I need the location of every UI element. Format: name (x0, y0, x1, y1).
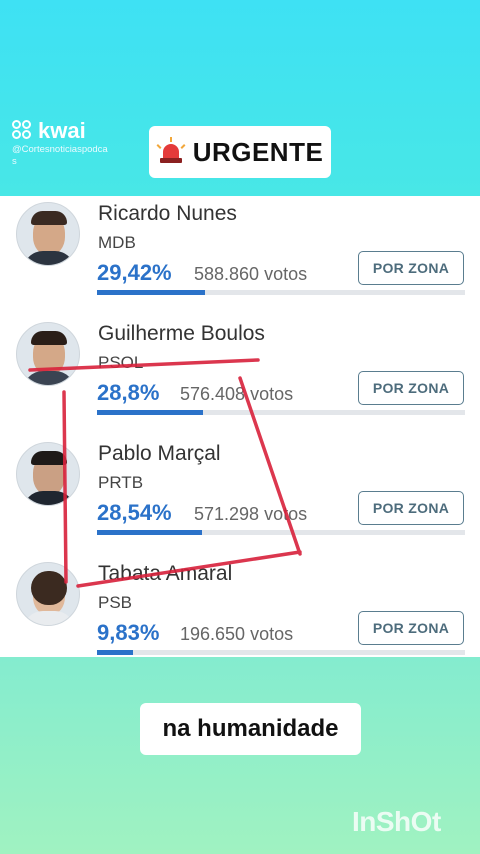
siren-icon (156, 137, 186, 166)
candidate-votes: 576.408 votos (180, 384, 294, 404)
candidate-percent: 29,42% (97, 260, 172, 285)
caption-subtitle: na humanidade (140, 703, 361, 755)
vote-bar-track (97, 290, 465, 295)
por-zona-button[interactable]: POR ZONA (358, 611, 464, 645)
kwai-brand-text: kwai (38, 118, 86, 143)
candidate-row: Tabata Amaral PSB 9,83% 196.650 votos PO… (0, 556, 480, 676)
candidate-votes: 571.298 votos (194, 504, 308, 524)
candidate-percent: 28,8% (97, 380, 160, 405)
candidate-name: Ricardo Nunes (98, 202, 237, 225)
candidate-row: Pablo Marçal PRTB 28,54% 571.298 votos P… (0, 436, 480, 556)
candidate-row: Ricardo Nunes MDB 29,42% 588.860 votos P… (0, 196, 480, 316)
candidate-percent: 9,83% (97, 620, 160, 645)
candidate-party: MDB (98, 233, 136, 252)
urgent-badge: URGENTE (149, 126, 331, 178)
kwai-logo: kwai (12, 118, 86, 144)
vote-bar-track (97, 410, 465, 415)
candidate-row: Guilherme Boulos PSOL 28,8% 576.408 voto… (0, 316, 480, 436)
candidate-votes: 588.860 votos (194, 264, 308, 284)
candidate-party: PRTB (98, 473, 144, 492)
por-zona-button[interactable]: POR ZONA (358, 491, 464, 525)
candidate-avatar (16, 322, 80, 386)
vote-bar-fill (97, 650, 134, 655)
kwai-logo-icon (12, 120, 34, 142)
vote-bar-track (97, 650, 465, 655)
candidate-party: PSOL (98, 353, 144, 372)
inshot-watermark: InShOt (352, 806, 441, 837)
vote-bar-fill (97, 290, 206, 295)
por-zona-button[interactable]: POR ZONA (358, 251, 464, 285)
vote-bar-track (97, 530, 465, 535)
por-zona-button[interactable]: POR ZONA (358, 371, 464, 405)
kwai-handle: @Cortesnoticiaspodcas (12, 144, 108, 167)
candidate-party: PSB (98, 593, 133, 612)
urgent-label: URGENTE (192, 136, 324, 167)
candidate-name: Pablo Marçal (98, 442, 221, 465)
candidate-percent: 28,54% (97, 500, 172, 525)
candidate-avatar (16, 202, 80, 266)
candidate-list: Ricardo Nunes MDB 29,42% 588.860 votos P… (0, 196, 480, 657)
vote-bar-fill (97, 410, 203, 415)
candidate-name: Guilherme Boulos (98, 322, 265, 345)
candidate-name: Tabata Amaral (98, 562, 233, 585)
candidate-avatar (16, 442, 80, 506)
candidate-avatar (16, 562, 80, 626)
vote-bar-fill (97, 530, 203, 535)
candidate-votes: 196.650 votos (180, 624, 294, 644)
